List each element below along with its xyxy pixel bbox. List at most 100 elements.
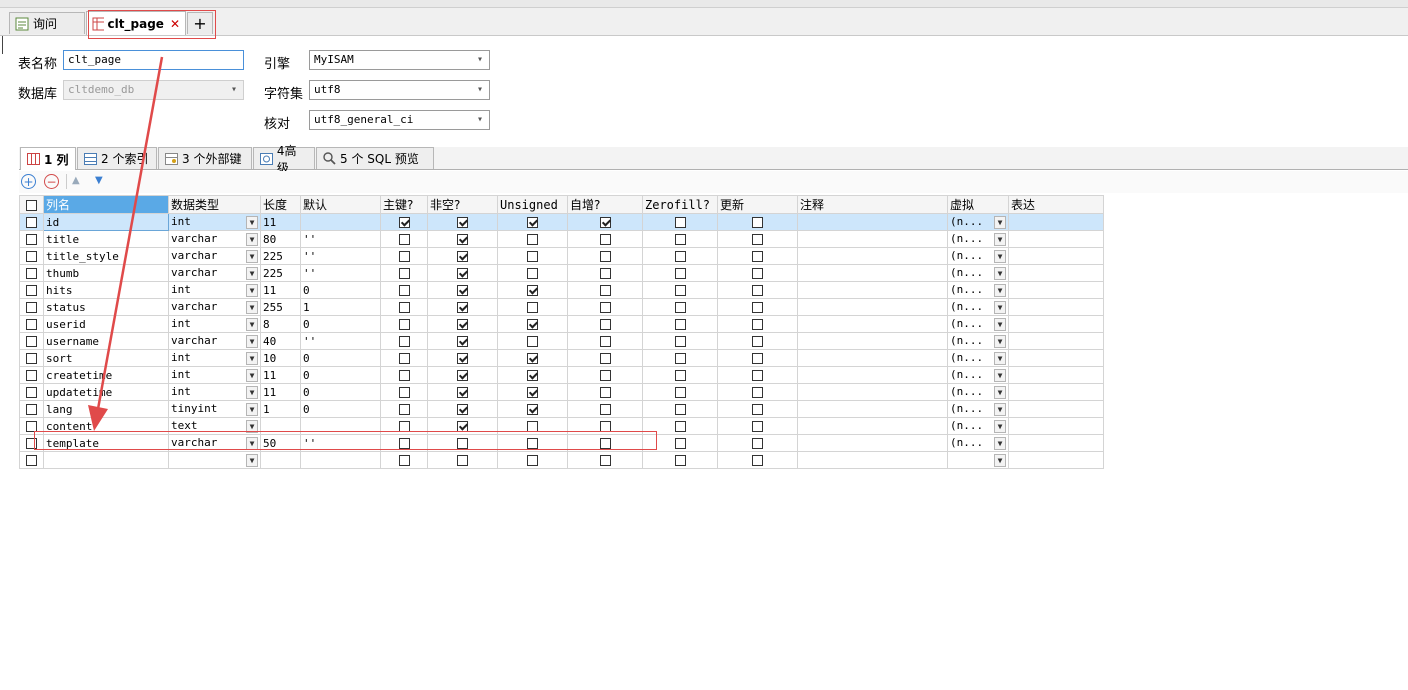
update-cell[interactable] [717,451,798,469]
zerofill-cell[interactable] [642,315,718,333]
unsigned-checkbox[interactable] [527,370,538,381]
primary-key-cell[interactable] [380,213,428,231]
update-cell[interactable] [717,366,798,384]
primary-key-cell[interactable] [380,451,428,469]
row-select-checkbox[interactable] [26,268,37,279]
auto-increment-checkbox[interactable] [599,319,611,330]
field-expression-cell[interactable] [1008,366,1104,384]
unsigned-cell[interactable] [497,349,568,367]
not-null-checkbox[interactable] [457,251,468,262]
auto-increment-checkbox[interactable] [599,302,611,313]
row-select-checkbox[interactable] [26,302,37,313]
not-null-checkbox[interactable] [457,217,468,228]
unsigned-checkbox[interactable] [527,404,538,415]
primary-key-cell[interactable] [380,315,428,333]
auto-increment-cell[interactable] [567,247,643,265]
field-default-cell[interactable]: 0 [300,349,381,367]
field-virtual-cell[interactable]: (n... ▼ [947,332,1009,350]
auto-increment-cell[interactable] [567,332,643,350]
field-type-cell[interactable]: int ▼ [168,366,261,384]
not-null-checkbox[interactable] [457,319,468,330]
table-row[interactable]: updatetime int ▼ 11 0 (n... ▼ [19,383,1104,401]
field-comment-cell[interactable] [797,298,948,316]
update-checkbox[interactable] [752,404,763,415]
auto-increment-checkbox[interactable] [599,455,611,466]
tab-foreign-keys[interactable]: 3 个外部键 [158,147,252,169]
field-expression-cell[interactable] [1008,400,1104,418]
chevron-down-icon[interactable]: ▼ [994,420,1006,433]
chevron-down-icon[interactable]: ▼ [994,318,1006,331]
zerofill-checkbox[interactable] [674,421,686,432]
chevron-down-icon[interactable]: ▼ [994,352,1006,365]
update-cell[interactable] [717,332,798,350]
field-virtual-cell[interactable]: (n... ▼ [947,349,1009,367]
auto-increment-cell[interactable] [567,281,643,299]
update-checkbox[interactable] [752,285,763,296]
zerofill-checkbox[interactable] [674,302,686,313]
chevron-down-icon[interactable]: ▼ [994,233,1006,246]
zerofill-checkbox[interactable] [674,370,686,381]
primary-key-checkbox[interactable] [398,370,410,381]
field-virtual-cell[interactable]: (n... ▼ [947,298,1009,316]
col-header-zerofill[interactable]: Zerofill? [642,195,718,214]
field-default-cell[interactable]: '' [300,247,381,265]
unsigned-checkbox[interactable] [527,234,538,245]
chevron-down-icon[interactable]: ▼ [246,335,258,348]
auto-increment-checkbox[interactable] [599,268,611,279]
primary-key-cell[interactable] [380,366,428,384]
col-header-primary-key[interactable]: 主键? [380,195,428,214]
field-length-cell[interactable]: 11 [260,213,301,231]
field-comment-cell[interactable] [797,247,948,265]
col-header-not-null[interactable]: 非空? [427,195,498,214]
unsigned-cell[interactable] [497,332,568,350]
table-row[interactable]: ▼ ▼ [19,451,1104,469]
field-default-cell[interactable]: '' [300,264,381,282]
auto-increment-cell[interactable] [567,349,643,367]
field-comment-cell[interactable] [797,230,948,248]
zerofill-checkbox[interactable] [674,404,686,415]
zerofill-cell[interactable] [642,281,718,299]
unsigned-cell[interactable] [497,298,568,316]
table-row[interactable]: username varchar ▼ 40 '' (n... ▼ [19,332,1104,350]
row-select-checkbox[interactable] [26,234,37,245]
update-checkbox[interactable] [752,336,763,347]
not-null-checkbox[interactable] [457,404,468,415]
update-cell[interactable] [717,417,798,435]
not-null-cell[interactable] [427,400,498,418]
primary-key-cell[interactable] [380,332,428,350]
field-length-cell[interactable]: 8 [260,315,301,333]
table-row[interactable]: status varchar ▼ 255 1 (n... ▼ [19,298,1104,316]
field-type-cell[interactable]: int ▼ [168,383,261,401]
not-null-cell[interactable] [427,281,498,299]
row-select-checkbox[interactable] [26,353,37,364]
not-null-cell[interactable] [427,383,498,401]
field-virtual-cell[interactable]: ▼ [947,451,1009,469]
update-cell[interactable] [717,230,798,248]
zerofill-checkbox[interactable] [674,387,686,398]
col-header-default[interactable]: 默认 [300,195,381,214]
row-select-cell[interactable] [19,332,44,350]
zerofill-checkbox[interactable] [674,438,686,449]
field-comment-cell[interactable] [797,451,948,469]
field-virtual-cell[interactable]: (n... ▼ [947,400,1009,418]
chevron-down-icon[interactable]: ▼ [246,233,258,246]
zerofill-cell[interactable] [642,332,718,350]
update-checkbox[interactable] [752,234,763,245]
unsigned-cell[interactable] [497,213,568,231]
primary-key-cell[interactable] [380,349,428,367]
unsigned-cell[interactable] [497,281,568,299]
primary-key-cell[interactable] [380,383,428,401]
field-virtual-cell[interactable]: (n... ▼ [947,366,1009,384]
select-all-cell[interactable] [19,195,44,214]
zerofill-checkbox[interactable] [674,285,686,296]
not-null-checkbox[interactable] [457,387,468,398]
zerofill-checkbox[interactable] [674,455,686,466]
row-select-cell[interactable] [19,383,44,401]
engine-select[interactable]: MyISAM ▾ [309,50,490,70]
chevron-down-icon[interactable]: ▼ [246,318,258,331]
update-cell[interactable] [717,383,798,401]
zerofill-cell[interactable] [642,247,718,265]
auto-increment-checkbox[interactable] [599,387,611,398]
update-checkbox[interactable] [752,455,763,466]
not-null-checkbox[interactable] [457,370,468,381]
